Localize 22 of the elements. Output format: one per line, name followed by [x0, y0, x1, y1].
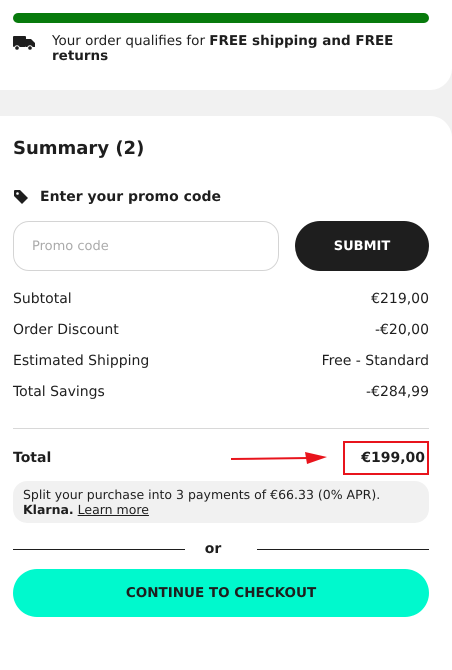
line-value: €219,00 [371, 291, 429, 307]
or-divider: or [204, 541, 222, 557]
truck-icon [13, 35, 35, 51]
line-value: Free - Standard [322, 353, 429, 369]
shipping-message: Your order qualifies for FREE shipping and FREE returns [52, 34, 394, 64]
line-label: Order Discount [13, 322, 119, 338]
checkout-button[interactable]: CONTINUE TO CHECKOUT [13, 569, 429, 617]
line-value: -€20,00 [374, 322, 429, 338]
promo-code-field[interactable]: Promo code [13, 221, 279, 271]
klarna-text: Split your purchase into 3 payments of €66.33 (0% APR). [23, 487, 380, 502]
total-value: €199,00 [343, 441, 429, 475]
tag-icon [13, 189, 29, 205]
learn-more-link[interactable]: Learn more [78, 502, 149, 517]
promo-label: Enter your promo code [40, 189, 222, 205]
line-label: Estimated Shipping [13, 353, 150, 369]
line-label: Total Savings [13, 384, 105, 400]
klarna-logo: Klarna. [23, 502, 74, 517]
submit-button[interactable]: SUBMIT [295, 221, 429, 271]
line-value: -€284,99 [366, 384, 429, 400]
total-label: Total [13, 450, 52, 466]
summary-title: Summary (2) [13, 138, 146, 159]
line-label: Subtotal [13, 291, 72, 307]
